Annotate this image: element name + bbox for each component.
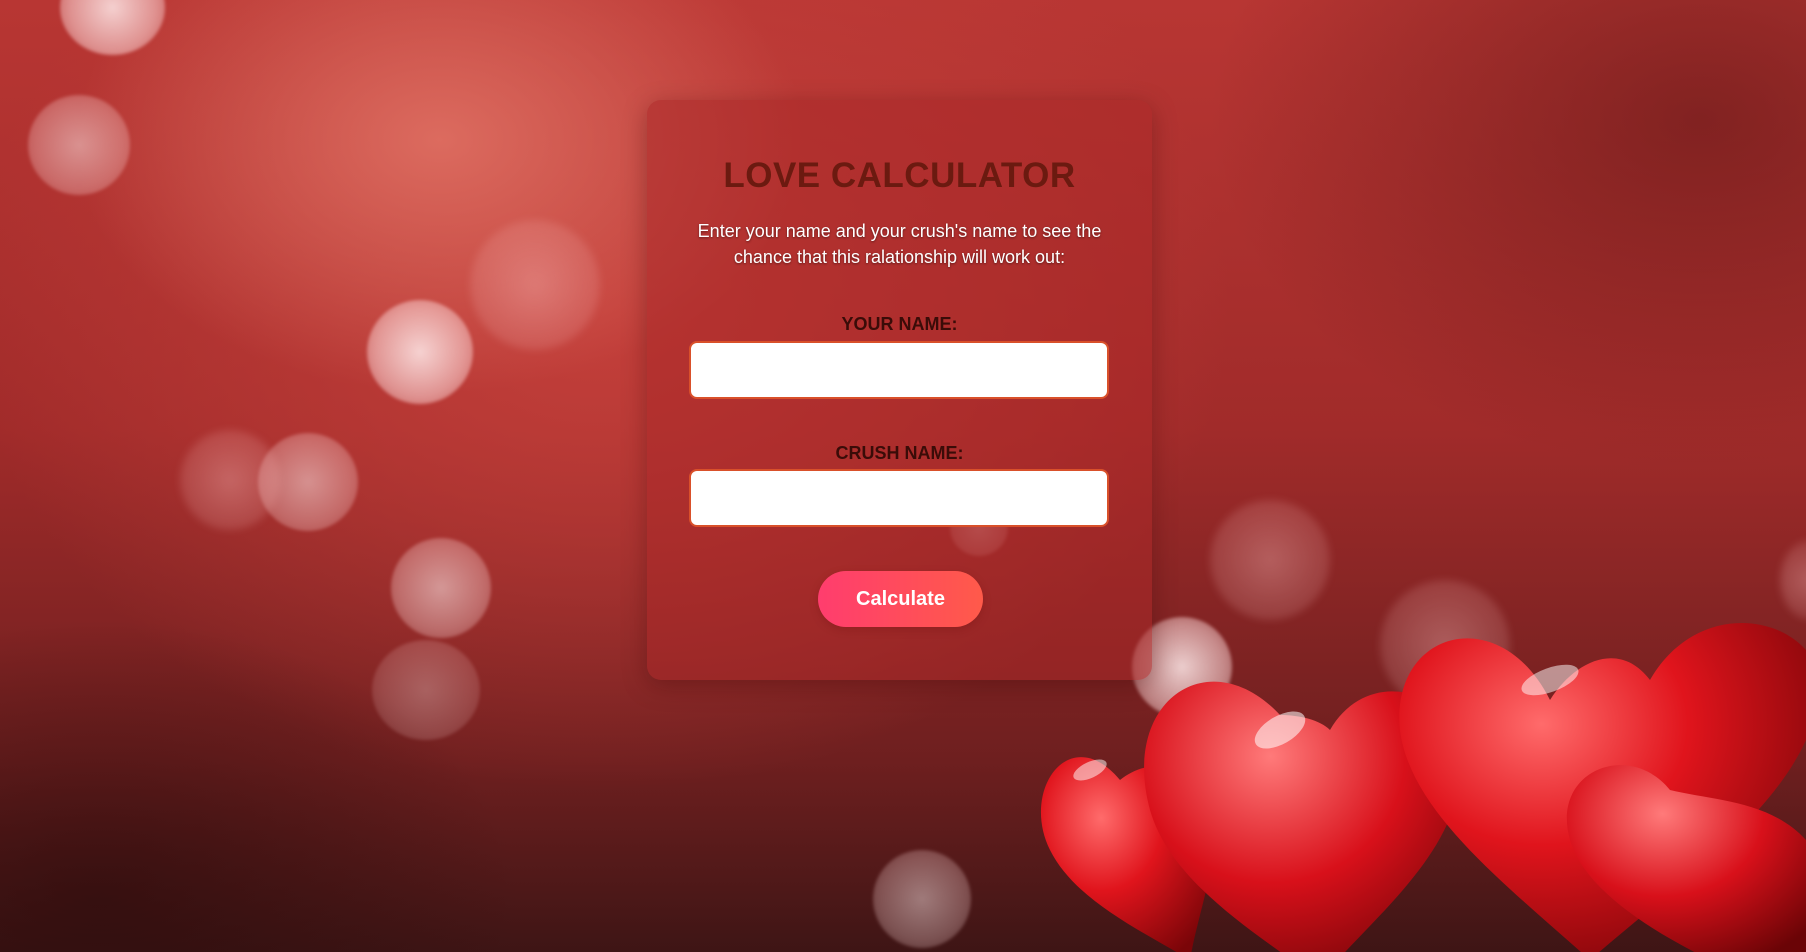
calculate-button[interactable]: Calculate [818, 571, 983, 627]
bokeh-light [470, 220, 600, 350]
bokeh-light [60, 0, 165, 55]
bokeh-light [391, 538, 491, 638]
your-name-label: YOUR NAME: [841, 314, 958, 334]
crush-name-label: CRUSH NAME: [835, 443, 964, 463]
crush-name-input[interactable] [689, 469, 1109, 527]
love-calculator-card: LOVE CALCULATOR Enter your name and your… [647, 100, 1152, 680]
bokeh-light [873, 850, 971, 948]
bokeh-light [180, 430, 280, 530]
page-title: LOVE CALCULATOR [723, 156, 1076, 195]
bokeh-light [1780, 540, 1806, 620]
your-name-input[interactable] [689, 341, 1109, 399]
bokeh-light [367, 300, 473, 404]
instructions-text: Enter your name and your crush's name to… [697, 221, 1102, 267]
love-calculator-page: LOVE CALCULATOR Enter your name and your… [0, 0, 1806, 952]
bokeh-light [1210, 500, 1330, 620]
bokeh-light [28, 95, 130, 195]
bokeh-light [372, 640, 480, 740]
